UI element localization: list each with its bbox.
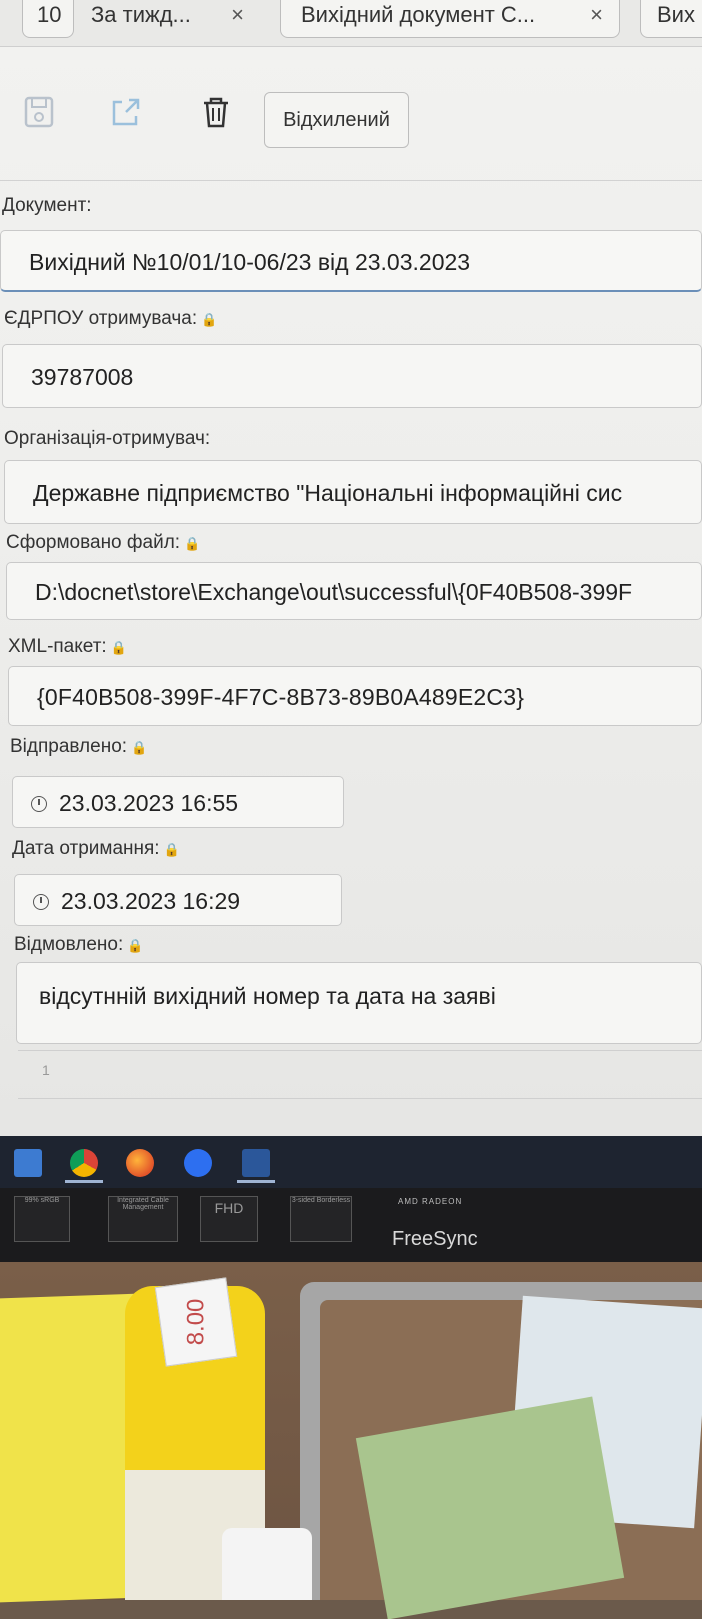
tab-outgoing-2[interactable]: Вих xyxy=(640,0,702,38)
tab-bar: 10 За тижд... × Вихідний документ С... ×… xyxy=(0,0,702,47)
price-value: 8.00 xyxy=(182,1298,209,1346)
edrpou-label-text: ЄДРПОУ отримувача: xyxy=(4,308,198,329)
file-field[interactable]: D:\docnet\store\Exchange\out\successful\… xyxy=(6,562,702,620)
lock-icon: 🔒 xyxy=(163,842,180,857)
open-external-icon[interactable] xyxy=(108,94,144,130)
close-icon[interactable]: × xyxy=(231,0,244,35)
rejected-value: відсутнній вихідний номер та дата на зая… xyxy=(39,983,496,1009)
xml-label: XML-пакет: 🔒 xyxy=(8,636,127,658)
divider xyxy=(18,1050,702,1051)
sent-value: 23.03.2023 16:55 xyxy=(59,790,239,816)
rejected-label: Відмовлено: 🔒 xyxy=(14,934,143,956)
lock-icon: 🔒 xyxy=(127,938,144,953)
tab-count[interactable]: 10 xyxy=(22,0,74,38)
file-label-text: Сформовано файл: xyxy=(6,532,181,553)
sent-label: Відправлено: 🔒 xyxy=(10,736,147,758)
price-tag: 8.00 xyxy=(154,1277,238,1367)
status-rejected-button[interactable]: Відхилений xyxy=(264,92,409,148)
tab-label: За тижд... xyxy=(91,2,191,27)
sent-datetime-field[interactable]: 23.03.2023 16:55 xyxy=(12,776,344,828)
file-label: Сформовано файл: 🔒 xyxy=(6,532,200,554)
received-datetime-field[interactable]: 23.03.2023 16:29 xyxy=(14,874,342,926)
rejected-reason-field[interactable]: відсутнній вихідний номер та дата на зая… xyxy=(16,962,702,1044)
amd-radeon-logo: AMD RADEON xyxy=(398,1197,463,1206)
close-icon[interactable]: × xyxy=(590,0,603,35)
lock-icon: 🔒 xyxy=(131,740,148,755)
xml-field[interactable]: {0F40B508-399F-4F7C-8B73-89B0A489E2C3} xyxy=(8,666,702,726)
received-label-text: Дата отримання: xyxy=(12,838,160,859)
trash-icon[interactable] xyxy=(198,94,234,130)
save-icon[interactable] xyxy=(22,94,58,130)
white-bottle xyxy=(222,1528,312,1600)
received-value: 23.03.2023 16:29 xyxy=(61,888,241,914)
document-label: Документ: xyxy=(2,195,92,216)
xml-label-text: XML-пакет: xyxy=(8,636,107,657)
file-value: D:\docnet\store\Exchange\out\successful\… xyxy=(35,579,633,605)
yellow-sticky-notes xyxy=(0,1293,138,1603)
received-label: Дата отримання: 🔒 xyxy=(12,838,180,860)
active-indicator xyxy=(65,1180,103,1183)
tab-outgoing-document[interactable]: Вихідний документ С... × xyxy=(280,0,620,38)
rejected-label-text: Відмовлено: xyxy=(14,934,124,955)
lock-icon: 🔒 xyxy=(110,640,127,655)
tab-label: Вих xyxy=(657,2,695,27)
chrome-icon[interactable] xyxy=(70,1149,98,1177)
edrpou-field[interactable]: 39787008 xyxy=(2,344,702,408)
edrpou-label: ЄДРПОУ отримувача: 🔒 xyxy=(4,308,217,330)
edrpou-value: 39787008 xyxy=(31,364,134,390)
firefox-icon[interactable] xyxy=(126,1149,154,1177)
taskbar xyxy=(0,1136,702,1192)
clock-icon xyxy=(33,894,49,910)
feature-sticker: Integrated Cable Management xyxy=(108,1196,178,1242)
lock-icon: 🔒 xyxy=(184,536,201,551)
active-indicator xyxy=(237,1180,275,1183)
lock-icon: 🔒 xyxy=(201,312,218,327)
document-field[interactable]: Вихідний №10/01/10-06/23 від 23.03.2023 xyxy=(0,230,702,292)
xml-value: {0F40B508-399F-4F7C-8B73-89B0A489E2C3} xyxy=(37,684,525,710)
freesync-logo: FreeSync xyxy=(392,1228,478,1250)
feature-sticker: 99% sRGB xyxy=(14,1196,70,1242)
feature-sticker: 3-sided Borderless xyxy=(290,1196,352,1242)
tab-label: 10 xyxy=(37,2,62,27)
document-value: Вихідний №10/01/10-06/23 від 23.03.2023 xyxy=(29,249,471,275)
divider xyxy=(18,1098,702,1099)
feature-sticker: FHD xyxy=(200,1196,258,1242)
org-field[interactable]: Державне підприємство "Національні інфор… xyxy=(4,460,702,524)
word-icon[interactable] xyxy=(242,1149,270,1177)
monitor-screen: 10 За тижд... × Вихідний документ С... ×… xyxy=(0,0,702,1140)
sent-label-text: Відправлено: xyxy=(10,736,128,757)
tab-week[interactable]: За тижд... × xyxy=(86,0,261,38)
org-value: Державне підприємство "Національні інфор… xyxy=(33,480,623,506)
line-number: 1 xyxy=(42,1062,50,1078)
org-label: Організація-отримувач: xyxy=(4,428,211,449)
mail-icon[interactable] xyxy=(14,1149,42,1177)
tab-label: Вихідний документ С... xyxy=(301,2,536,27)
clock-icon xyxy=(31,796,47,812)
zoom-icon[interactable] xyxy=(184,1149,212,1177)
